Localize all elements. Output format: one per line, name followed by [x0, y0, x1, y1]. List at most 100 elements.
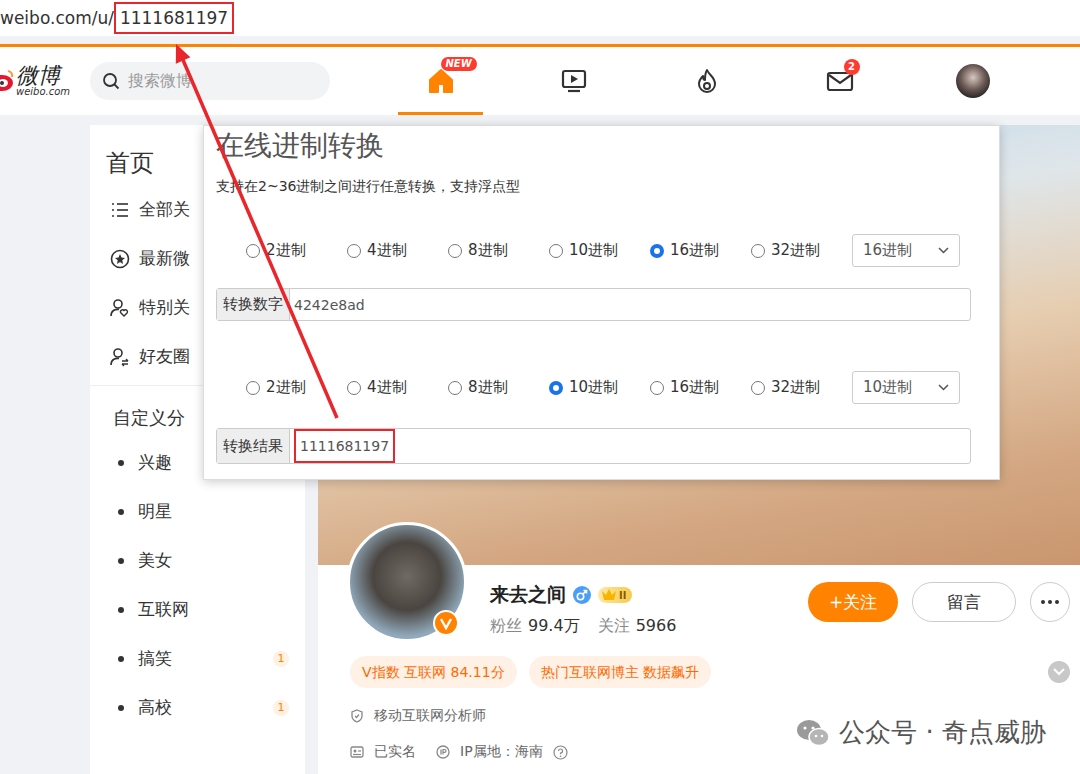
converter-title: 在线进制转换 [216, 128, 999, 164]
radio-option[interactable]: 2进制 [246, 378, 347, 397]
radio-icon [246, 244, 260, 258]
group-item[interactable]: 互联网 [90, 585, 305, 634]
radio-option[interactable]: 16进制 [650, 241, 751, 260]
bullet-icon [118, 705, 124, 711]
radio-icon [751, 381, 765, 395]
user-friends-icon [110, 347, 130, 367]
radio-option[interactable]: 2进制 [246, 241, 347, 260]
group-item[interactable]: 搞笑 1 [90, 634, 305, 683]
weibo-header: 微博weibo.com 搜索微博 NEW 2 [0, 44, 1080, 115]
group-badge: 1 [273, 651, 289, 667]
chevron-down-icon [938, 384, 949, 391]
follow-button[interactable]: +关注 [808, 582, 898, 622]
group-label: 美女 [138, 549, 172, 572]
sidebar-item-label: 全部关 [139, 198, 190, 221]
radio-icon [347, 244, 361, 258]
message-button[interactable]: 留言 [912, 582, 1016, 622]
profile-tag[interactable]: 热门互联网博主 数据飙升 [529, 656, 711, 688]
radio-option[interactable]: 8进制 [448, 241, 549, 260]
radio-option[interactable]: 16进制 [650, 378, 751, 397]
list-icon [110, 200, 130, 220]
profile-info: 移动互联网分析师 [350, 707, 486, 725]
crown-icon [601, 588, 617, 602]
bullet-icon [118, 460, 124, 466]
base-select[interactable]: 16进制 [852, 234, 960, 267]
logo-subtext: weibo.com [16, 87, 70, 97]
logo-text: 微博 [16, 65, 70, 87]
user-heart-icon [110, 298, 130, 318]
radio-option[interactable]: 8进制 [448, 378, 549, 397]
id-card-icon [350, 745, 364, 759]
nav-item[interactable] [906, 47, 1039, 115]
nav-item[interactable] [507, 47, 640, 115]
radio-icon [650, 381, 664, 395]
bullet-icon [118, 607, 124, 613]
profile-stat[interactable]: 关注5966 [598, 616, 677, 637]
bullet-icon [118, 509, 124, 515]
weibo-eye-icon [0, 68, 14, 94]
profile-tag[interactable]: V指数 互联网 84.11分 [350, 656, 517, 688]
sidebar-item-label: 特别关 [139, 296, 190, 319]
watermark: 公众号 · 奇点威胁 [795, 715, 1046, 750]
sidebar-item-label: 最新微 [139, 247, 190, 270]
more-icon [1040, 599, 1060, 605]
group-badge: 1 [273, 700, 289, 716]
radio-option[interactable]: 4进制 [347, 378, 448, 397]
group-item[interactable]: 高校1 [90, 683, 305, 732]
group-label: 搞笑 [138, 647, 172, 670]
url-id: 1111681197 [114, 2, 234, 34]
radio-icon [347, 381, 361, 395]
base-select[interactable]: 10进制 [852, 371, 960, 404]
ip-icon [436, 745, 450, 759]
search-box[interactable]: 搜索微博 [90, 62, 330, 100]
address-bar[interactable]: weibo.com/u/1111681197 [0, 0, 1080, 36]
help-icon[interactable] [553, 745, 568, 760]
top-nav: NEW 2 [374, 47, 1039, 115]
group-item[interactable]: 明星 [90, 487, 305, 536]
group-label: 明星 [138, 500, 172, 523]
field-value: 4242e8ad [294, 297, 365, 313]
radio-option[interactable]: 10进制 [549, 241, 650, 260]
radio-icon [549, 381, 563, 395]
profile-name: 来去之间 [490, 582, 566, 608]
nav-badge: NEW [441, 57, 477, 71]
group-label: 兴趣 [138, 451, 172, 474]
home-icon [427, 67, 455, 95]
flame-icon [693, 67, 721, 95]
group-item[interactable]: 美女 [90, 536, 305, 585]
video-icon [560, 67, 588, 95]
base-converter-panel: 在线进制转换支持在2~36进制之间进行任意转换，支持浮点型2进制4进制8进制10… [203, 125, 1000, 480]
search-icon [102, 72, 120, 90]
expand-button[interactable] [1048, 661, 1070, 683]
shield-icon [350, 709, 364, 723]
search-placeholder: 搜索微博 [128, 71, 192, 92]
group-label: 互联网 [138, 598, 189, 621]
level-badge: II [598, 587, 632, 603]
male-icon [572, 585, 592, 605]
radio-icon [751, 244, 765, 258]
nav-item[interactable]: NEW [374, 47, 507, 115]
radio-option[interactable]: 4进制 [347, 241, 448, 260]
number-field[interactable]: 转换数字4242e8ad [216, 288, 971, 321]
radio-group: 2进制4进制8进制10进制16进制32进制16进制 [216, 234, 999, 267]
number-field[interactable]: 转换结果1111681197 [216, 428, 971, 464]
nav-item[interactable] [640, 47, 773, 115]
converter-subtitle: 支持在2~36进制之间进行任意转换，支持浮点型 [216, 176, 999, 196]
radio-option[interactable]: 32进制 [751, 241, 852, 260]
radio-group: 2进制4进制8进制10进制16进制32进制10进制 [216, 371, 999, 404]
radio-icon [549, 244, 563, 258]
nav-item[interactable]: 2 [773, 47, 906, 115]
sidebar-item-label: 好友圈 [139, 345, 190, 368]
radio-option[interactable]: 10进制 [549, 378, 650, 397]
more-button[interactable] [1030, 582, 1070, 622]
profile-stat[interactable]: 粉丝99.4万 [490, 616, 580, 637]
wechat-icon [795, 718, 831, 748]
radio-option[interactable]: 32进制 [751, 378, 852, 397]
radio-icon [448, 244, 462, 258]
bullet-icon [118, 656, 124, 662]
verified-icon [433, 610, 459, 636]
field-label: 转换数字 [217, 289, 290, 320]
weibo-logo[interactable]: 微博weibo.com [0, 65, 80, 97]
radio-icon [650, 244, 664, 258]
field-value: 1111681197 [294, 429, 395, 463]
